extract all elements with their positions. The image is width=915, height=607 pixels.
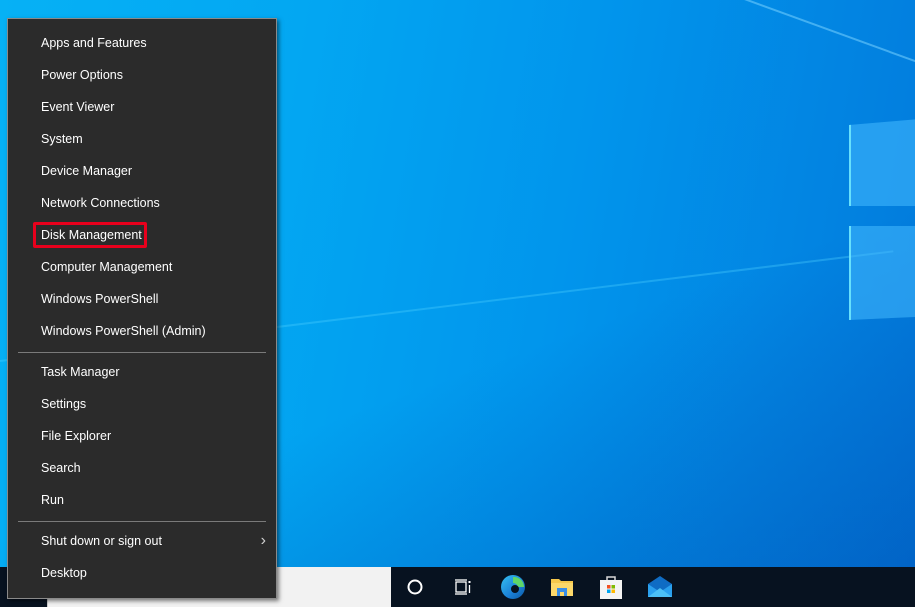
cortana-icon xyxy=(407,579,423,595)
menu-separator xyxy=(18,521,266,522)
menu-item-windows-powershell[interactable]: Windows PowerShell xyxy=(8,283,276,315)
menu-item-label: System xyxy=(41,132,83,146)
edge-icon xyxy=(501,575,525,599)
menu-item-label: Windows PowerShell (Admin) xyxy=(41,324,206,338)
menu-item-device-manager[interactable]: Device Manager xyxy=(8,155,276,187)
menu-item-label: Power Options xyxy=(41,68,123,82)
edge-button[interactable] xyxy=(489,567,537,607)
mail-icon xyxy=(648,576,672,597)
menu-item-label: Network Connections xyxy=(41,196,160,210)
menu-item-label: Run xyxy=(41,493,64,507)
menu-item-label: Search xyxy=(41,461,81,475)
menu-item-computer-management[interactable]: Computer Management xyxy=(8,251,276,283)
task-view-icon xyxy=(455,579,471,595)
menu-item-event-viewer[interactable]: Event Viewer xyxy=(8,91,276,123)
menu-item-task-manager[interactable]: Task Manager xyxy=(8,356,276,388)
menu-item-settings[interactable]: Settings xyxy=(8,388,276,420)
file-explorer-icon xyxy=(551,579,573,596)
microsoft-store-icon xyxy=(600,576,622,599)
menu-item-power-options[interactable]: Power Options xyxy=(8,59,276,91)
chevron-right-icon: › xyxy=(260,532,266,549)
menu-item-network-connections[interactable]: Network Connections xyxy=(8,187,276,219)
quick-link-menu: Apps and Features Power Options Event Vi… xyxy=(7,18,277,599)
menu-item-label: Task Manager xyxy=(41,365,120,379)
menu-item-label: Event Viewer xyxy=(41,100,115,114)
mail-button[interactable] xyxy=(636,567,684,607)
file-explorer-button[interactable] xyxy=(538,567,586,607)
menu-item-run[interactable]: Run xyxy=(8,484,276,516)
windows-logo-pane xyxy=(849,226,915,320)
menu-item-label: Settings xyxy=(41,397,87,411)
microsoft-store-button[interactable] xyxy=(587,567,635,607)
menu-item-label: Desktop xyxy=(41,566,87,580)
menu-item-label: File Explorer xyxy=(41,429,112,443)
menu-item-disk-management[interactable]: Disk Management xyxy=(8,219,276,251)
menu-item-label: Apps and Features xyxy=(41,36,147,50)
menu-item-label: Windows PowerShell xyxy=(41,292,159,306)
menu-item-label: Disk Management xyxy=(41,228,142,242)
menu-item-label: Computer Management xyxy=(41,260,173,274)
light-beam xyxy=(639,0,915,106)
cortana-button[interactable] xyxy=(391,567,439,607)
windows-logo-pane xyxy=(849,118,915,206)
menu-item-windows-powershell-admin[interactable]: Windows PowerShell (Admin) xyxy=(8,315,276,347)
menu-item-apps-and-features[interactable]: Apps and Features xyxy=(8,27,276,59)
menu-item-desktop[interactable]: Desktop xyxy=(8,557,276,589)
menu-item-file-explorer[interactable]: File Explorer xyxy=(8,420,276,452)
menu-item-shut-down-or-sign-out[interactable]: Shut down or sign out › xyxy=(8,525,276,557)
menu-item-search[interactable]: Search xyxy=(8,452,276,484)
menu-item-label: Device Manager xyxy=(41,164,133,178)
menu-item-system[interactable]: System xyxy=(8,123,276,155)
menu-separator xyxy=(18,352,266,353)
task-view-button[interactable] xyxy=(439,567,487,607)
menu-item-label: Shut down or sign out xyxy=(41,534,162,548)
